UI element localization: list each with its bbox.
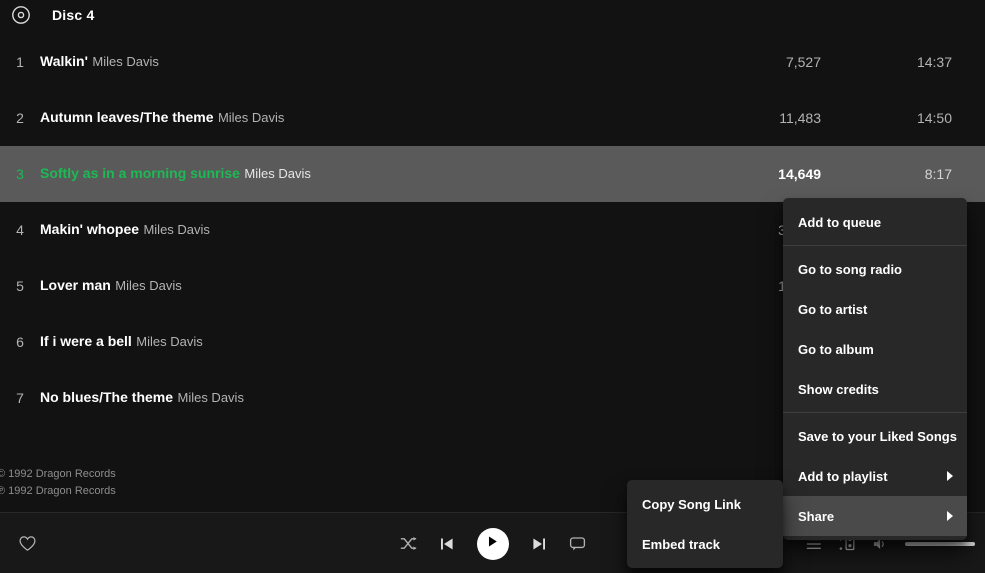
- menu-separator: [783, 412, 967, 413]
- track-info: Makin' whopee Miles Davis: [40, 220, 675, 240]
- chevron-right-icon: [945, 510, 955, 522]
- track-title: Softly as in a morning sunrise: [40, 165, 240, 182]
- track-title: Walkin': [40, 53, 88, 70]
- track-artist[interactable]: Miles Davis: [115, 278, 181, 293]
- shuffle-icon[interactable]: [400, 535, 417, 552]
- track-duration: 14:50: [916, 110, 952, 126]
- volume-slider[interactable]: [905, 541, 975, 546]
- menu-item-add-to-playlist[interactable]: Add to playlist: [783, 456, 967, 496]
- submenu-item-embed-track[interactable]: Embed track: [627, 524, 783, 564]
- menu-item-go-to-artist[interactable]: Go to artist: [783, 289, 967, 329]
- menu-item-go-to-song-radio[interactable]: Go to song radio: [783, 249, 967, 289]
- menu-item-label: Go to song radio: [798, 261, 902, 277]
- track-info: Softly as in a morning sunrise Miles Dav…: [40, 164, 675, 184]
- track-plays: 11,483: [779, 110, 821, 126]
- disc-label: Disc 4: [52, 7, 95, 23]
- play-icon: [486, 535, 499, 553]
- share-submenu: Copy Song Link Embed track: [627, 480, 783, 568]
- previous-track-icon[interactable]: [439, 536, 455, 552]
- table-row[interactable]: 2 Autumn leaves/The theme Miles Davis 11…: [0, 90, 985, 146]
- track-title: Autumn leaves/The theme: [40, 109, 214, 126]
- menu-item-add-to-queue[interactable]: Add to queue: [783, 202, 967, 242]
- track-info: Walkin' Miles Davis: [40, 52, 675, 72]
- track-info: No blues/The theme Miles Davis: [40, 388, 675, 408]
- menu-separator: [783, 245, 967, 246]
- menu-item-save-to-liked-songs[interactable]: Save to your Liked Songs: [783, 416, 967, 456]
- menu-item-go-to-album[interactable]: Go to album: [783, 329, 967, 369]
- submenu-item-copy-song-link[interactable]: Copy Song Link: [627, 484, 783, 524]
- menu-item-label: Share: [798, 508, 835, 524]
- phonogram-line: ℗ 1992 Dragon Records: [0, 485, 116, 497]
- menu-item-label: Save to your Liked Songs: [798, 428, 957, 444]
- track-context-menu: Add to queue Go to song radio Go to arti…: [783, 198, 967, 540]
- track-number: 3: [16, 166, 24, 182]
- track-number: 2: [16, 110, 24, 126]
- track-title: Lover man: [40, 277, 111, 294]
- menu-item-label: Add to playlist: [798, 468, 888, 484]
- table-row[interactable]: 1 Walkin' Miles Davis 7,527 14:37: [0, 34, 985, 90]
- track-info: If i were a bell Miles Davis: [40, 332, 675, 352]
- track-number: 5: [16, 278, 24, 294]
- disc-header: Disc 4: [0, 0, 985, 30]
- track-number: 1: [16, 54, 24, 70]
- menu-item-label: Go to artist: [798, 301, 868, 317]
- volume-slider-fill: [905, 541, 975, 546]
- table-row-current[interactable]: 3 Softly as in a morning sunrise Miles D…: [0, 146, 985, 202]
- submenu-item-label: Copy Song Link: [642, 496, 741, 512]
- menu-item-label: Go to album: [798, 341, 874, 357]
- track-info: Lover man Miles Davis: [40, 276, 675, 296]
- play-button[interactable]: [476, 527, 509, 560]
- track-number: 7: [16, 390, 24, 406]
- track-title: If i were a bell: [40, 333, 132, 350]
- track-number: 4: [16, 222, 24, 238]
- track-artist[interactable]: Miles Davis: [136, 334, 202, 349]
- track-plays: 7,527: [785, 54, 821, 70]
- menu-item-show-credits[interactable]: Show credits: [783, 369, 967, 409]
- next-track-icon[interactable]: [531, 536, 547, 552]
- copyright-line: © 1992 Dragon Records: [0, 468, 116, 480]
- track-plays: 14,649: [778, 166, 821, 182]
- repeat-icon[interactable]: [569, 535, 586, 552]
- menu-item-label: Add to queue: [798, 214, 882, 230]
- disc-icon: [10, 4, 32, 26]
- menu-item-share[interactable]: Share: [783, 496, 967, 536]
- track-artist[interactable]: Miles Davis: [218, 110, 284, 125]
- track-title: No blues/The theme: [40, 389, 174, 406]
- track-duration: 14:37: [916, 54, 952, 70]
- track-number: 6: [16, 334, 24, 350]
- track-artist[interactable]: Miles Davis: [177, 390, 243, 405]
- track-duration: 8:17: [924, 166, 952, 182]
- submenu-item-label: Embed track: [642, 536, 721, 552]
- track-artist[interactable]: Miles Davis: [92, 54, 158, 69]
- track-artist[interactable]: Miles Davis: [244, 166, 310, 181]
- chevron-right-icon: [945, 470, 955, 482]
- menu-item-label: Show credits: [798, 381, 879, 397]
- track-artist[interactable]: Miles Davis: [143, 222, 209, 237]
- copyright-block: © 1992 Dragon Records ℗ 1992 Dragon Reco…: [0, 466, 397, 500]
- track-info: Autumn leaves/The theme Miles Davis: [40, 108, 675, 128]
- track-title: Makin' whopee: [40, 221, 140, 238]
